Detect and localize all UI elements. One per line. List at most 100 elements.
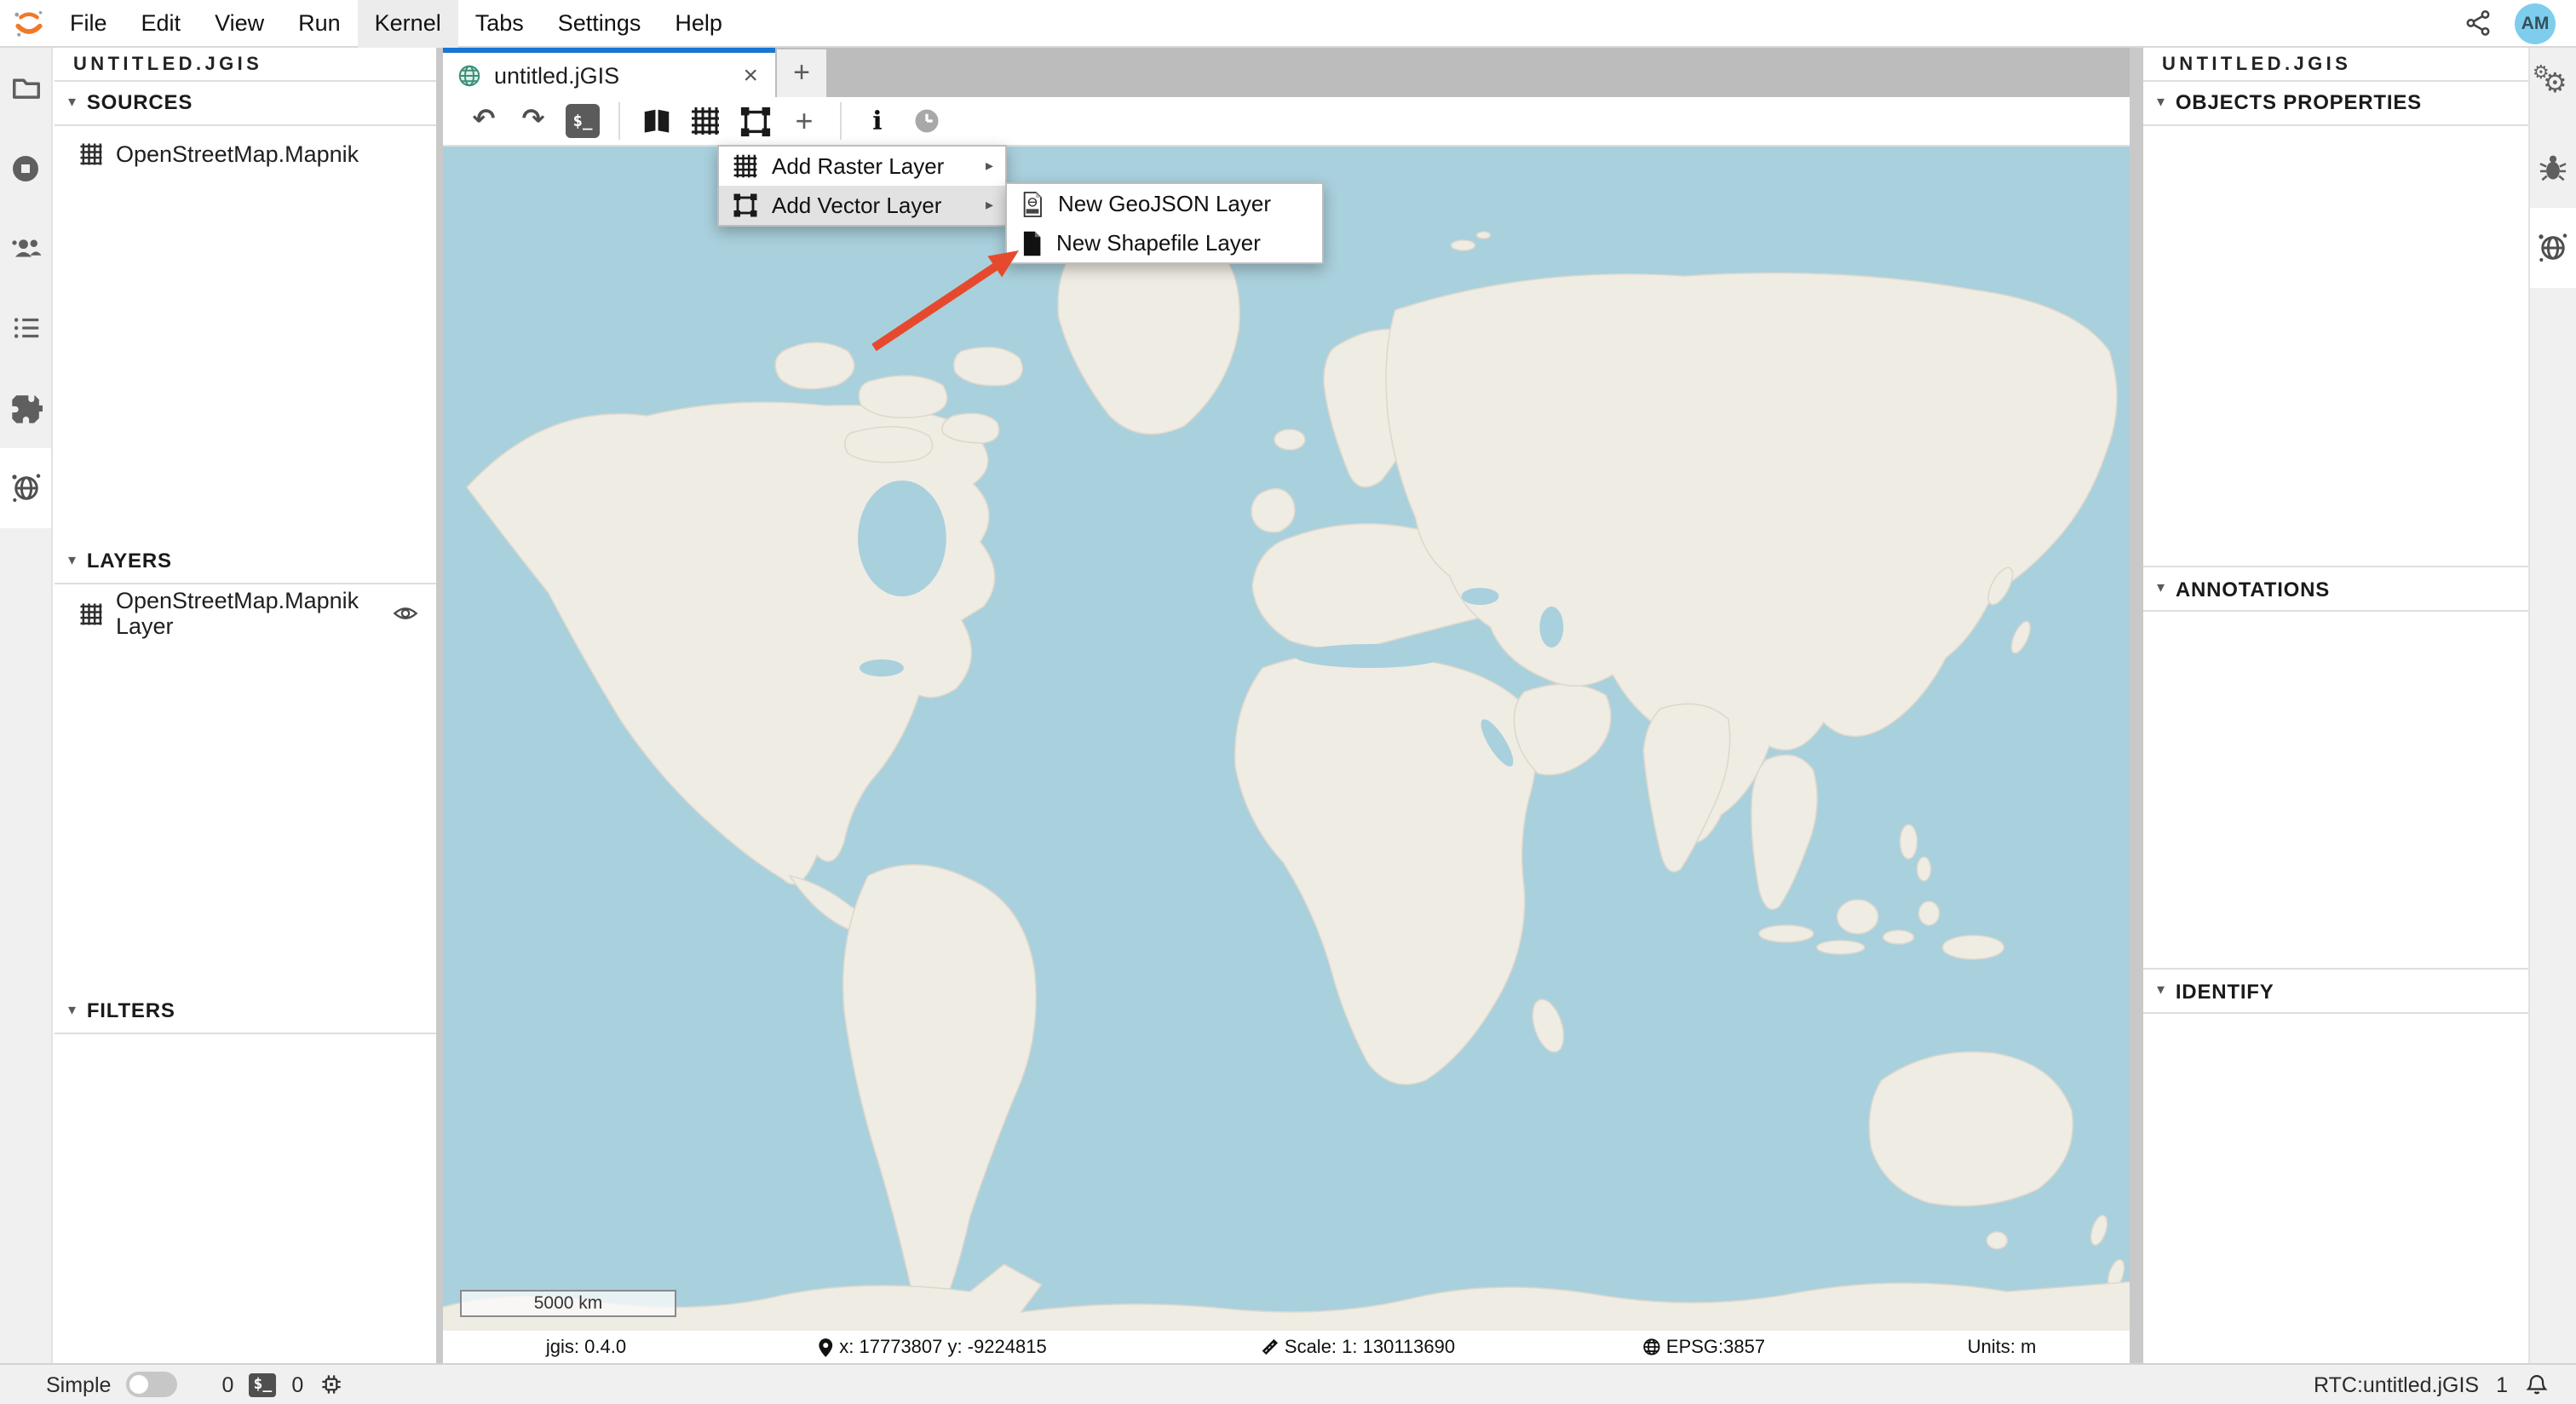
layers-section-header[interactable]: ▾ LAYERS: [55, 538, 436, 584]
menu-run[interactable]: Run: [281, 0, 358, 47]
left-activity-bar: [0, 48, 53, 1363]
ruler-icon: [1261, 1338, 1279, 1356]
vector-square-icon: [733, 193, 758, 218]
redo-icon: ↷: [522, 107, 545, 135]
open-book-icon: [640, 105, 672, 137]
objects-properties-section-header[interactable]: ▾ OBJECTS PROPERTIES: [2143, 80, 2528, 126]
annotations-section-header[interactable]: ▾ ANNOTATIONS: [2143, 566, 2528, 612]
menu-help[interactable]: Help: [658, 0, 739, 47]
console-button[interactable]: $_: [564, 102, 601, 140]
clock-icon: [911, 106, 942, 136]
plus-icon: +: [795, 106, 813, 136]
undo-button[interactable]: ↶: [465, 102, 503, 140]
info-icon: i: [872, 108, 882, 134]
simple-mode-label: Simple: [46, 1372, 111, 1396]
redo-button[interactable]: ↷: [515, 102, 552, 140]
vector-square-icon: [739, 105, 771, 137]
notification-count[interactable]: 1: [2496, 1372, 2508, 1396]
submenu-arrow-icon: ▸: [986, 196, 993, 215]
temporal-controller-button[interactable]: [908, 102, 946, 140]
source-item-label: OpenStreetMap.Mapnik: [116, 141, 359, 166]
collapse-caret-icon: ▾: [2157, 92, 2165, 111]
map-units: Units: m: [1968, 1331, 2037, 1363]
basemap-gallery-button[interactable]: [637, 102, 675, 140]
kernel-count[interactable]: 0: [291, 1372, 303, 1396]
raster-grid-icon: [733, 153, 758, 179]
right-panel-title: UNTITLED.JGIS: [2143, 48, 2528, 82]
left-panel: UNTITLED.JGIS ▾ SOURCES OpenStreetMap.Ma…: [55, 48, 436, 1363]
running-kernels-icon[interactable]: [0, 128, 51, 208]
collapse-caret-icon: ▾: [2157, 981, 2165, 999]
right-activity-bar: ⚙ ⚙: [2528, 48, 2576, 1363]
identify-button[interactable]: i: [859, 102, 896, 140]
gis-toolbar: ↶ ↷ $_: [443, 97, 2130, 147]
layers-header-label: LAYERS: [87, 549, 172, 573]
terminal-icon: $_: [566, 104, 600, 138]
tab-title: untitled.jGIS: [494, 62, 736, 88]
collapse-caret-icon: ▾: [2157, 578, 2165, 597]
menu-item-add-raster-layer[interactable]: Add Raster Layer ▸: [719, 147, 1005, 186]
scale-bar-label: 5000 km: [534, 1293, 603, 1314]
submenu-arrow-icon: ▸: [986, 157, 993, 176]
menu-file[interactable]: File: [53, 0, 124, 47]
add-raster-layer-button[interactable]: [687, 102, 724, 140]
map-projection: EPSG:3857: [1642, 1331, 1765, 1363]
menu-item-new-geojson-layer[interactable]: New GeoJSON Layer: [1007, 184, 1322, 223]
property-inspector-icon[interactable]: ⚙ ⚙: [2530, 48, 2576, 128]
new-layer-button[interactable]: +: [785, 102, 823, 140]
shapefile-icon: [1021, 229, 1043, 256]
table-of-contents-icon[interactable]: [0, 288, 51, 368]
jupyterlab-window: File Edit View Run Kernel Tabs Settings …: [0, 0, 2576, 1404]
raster-grid-icon: [78, 601, 104, 626]
status-bar: Simple 0 $_ 0 RTC:untitled.jGIS 1: [0, 1363, 2576, 1404]
toolbar-separator: [618, 102, 620, 140]
collapse-caret-icon: ▾: [68, 1000, 77, 1019]
pointer-coordinates: x: 17773807 y: -9224815: [817, 1331, 1046, 1363]
bell-icon[interactable]: [2525, 1372, 2549, 1397]
jupyter-logo-icon: [12, 6, 46, 40]
tab-bar: untitled.jGIS × +: [443, 48, 2130, 97]
rtc-session-label[interactable]: RTC:untitled.jGIS: [2314, 1372, 2479, 1396]
jupytergis-panel-icon[interactable]: [0, 448, 51, 528]
sources-header-label: SOURCES: [87, 90, 193, 114]
share-icon[interactable]: [2464, 9, 2493, 37]
jgis-file-icon: [457, 62, 482, 88]
collapse-caret-icon: ▾: [68, 92, 77, 111]
globe-icon: [1642, 1338, 1661, 1356]
new-tab-button[interactable]: +: [777, 49, 826, 97]
left-splitter[interactable]: [436, 48, 443, 1363]
layer-visibility-eye-icon[interactable]: [392, 600, 419, 627]
layer-item-openstreetmap[interactable]: OpenStreetMap.Mapnik Layer: [55, 593, 436, 634]
terminal-count[interactable]: 0: [221, 1372, 233, 1396]
map-status-bar: jgis: 0.4.0 x: 17773807 y: -9224815 Scal…: [443, 1331, 2130, 1363]
add-vector-layer-button[interactable]: [736, 102, 773, 140]
right-splitter[interactable]: [2130, 48, 2143, 1363]
debugger-icon[interactable]: [2530, 128, 2576, 208]
undo-icon: ↶: [473, 107, 496, 135]
tab-untitled-jgis[interactable]: untitled.jGIS ×: [443, 48, 775, 97]
simple-mode-toggle[interactable]: [126, 1372, 177, 1397]
sources-section-header[interactable]: ▾ SOURCES: [55, 80, 436, 126]
menu-view[interactable]: View: [198, 0, 281, 47]
menu-settings[interactable]: Settings: [541, 0, 658, 47]
objects-properties-label: OBJECTS PROPERTIES: [2176, 90, 2422, 114]
menu-item-add-vector-layer[interactable]: Add Vector Layer ▸: [719, 186, 1005, 225]
source-item-openstreetmap[interactable]: OpenStreetMap.Mapnik: [55, 133, 436, 174]
file-browser-icon[interactable]: [0, 48, 51, 128]
filters-section-header[interactable]: ▾ FILTERS: [55, 988, 436, 1034]
menu-kernel[interactable]: Kernel: [358, 0, 458, 47]
tab-close-icon[interactable]: ×: [736, 60, 765, 89]
user-avatar[interactable]: AM: [2515, 3, 2556, 43]
jupytergis-right-panel-icon[interactable]: [2530, 208, 2576, 288]
identify-section-header[interactable]: ▾ IDENTIFY: [2143, 968, 2528, 1014]
menu-edit[interactable]: Edit: [124, 0, 198, 47]
identify-label: IDENTIFY: [2176, 979, 2274, 1003]
world-map: [443, 147, 2130, 1363]
menu-tabs[interactable]: Tabs: [458, 0, 541, 47]
collaboration-users-icon[interactable]: [0, 208, 51, 288]
jgis-version: jgis: 0.4.0: [546, 1331, 626, 1363]
extension-manager-icon[interactable]: [0, 368, 51, 448]
map-canvas[interactable]: 5000 km jgis: 0.4.0 x: 17773807 y: -9224…: [443, 147, 2130, 1363]
menu-item-new-shapefile-layer[interactable]: New Shapefile Layer: [1007, 223, 1322, 262]
collapse-caret-icon: ▾: [68, 550, 77, 569]
